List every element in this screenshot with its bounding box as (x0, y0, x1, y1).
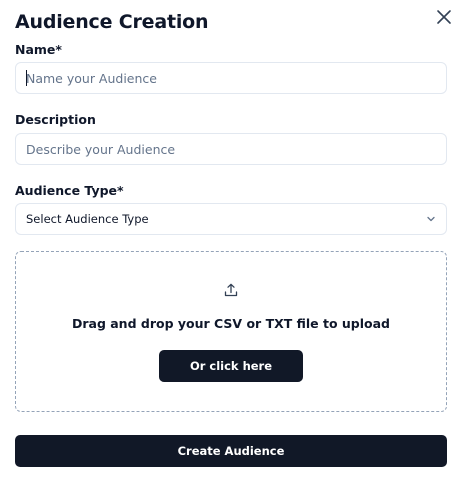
audience-type-label: Audience Type* (15, 183, 124, 198)
upload-icon (224, 283, 238, 297)
create-audience-button[interactable]: Create Audience (15, 435, 447, 467)
dialog-title: Audience Creation (15, 11, 209, 33)
text-caret (26, 70, 27, 86)
audience-type-select[interactable]: Select Audience Type (15, 203, 447, 235)
close-icon[interactable] (435, 8, 453, 26)
description-label: Description (15, 112, 96, 127)
browse-files-button[interactable]: Or click here (159, 350, 303, 382)
description-input[interactable] (15, 133, 447, 165)
dropzone-instruction: Drag and drop your CSV or TXT file to up… (71, 316, 391, 331)
file-dropzone[interactable]: Drag and drop your CSV or TXT file to up… (15, 251, 447, 412)
audience-type-selected: Select Audience Type (26, 212, 149, 226)
audience-creation-dialog: Audience Creation Name* Description Audi… (0, 0, 463, 483)
name-input[interactable] (15, 62, 447, 94)
name-label: Name* (15, 42, 62, 57)
chevron-down-icon (427, 216, 435, 222)
